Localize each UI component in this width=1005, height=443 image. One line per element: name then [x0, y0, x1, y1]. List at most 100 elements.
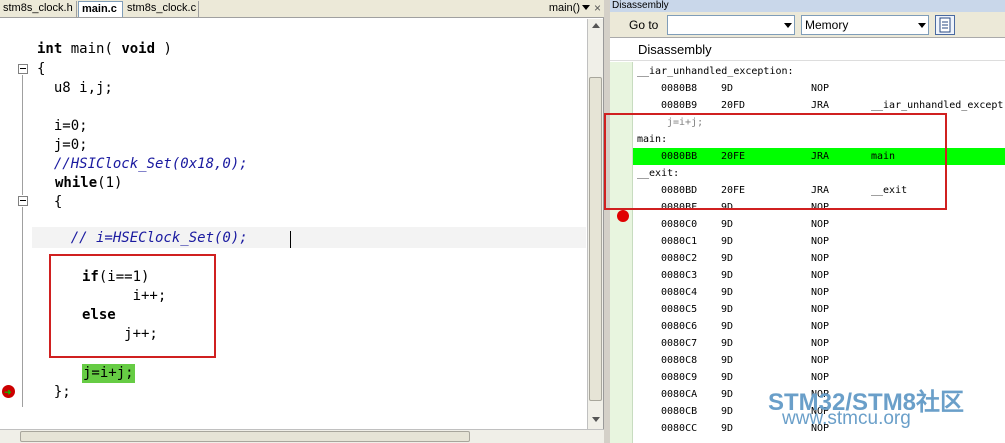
- disassembly-row[interactable]: 0080C1 9D NOP: [633, 233, 1005, 250]
- tab-main-c[interactable]: main.c: [78, 1, 123, 17]
- function-selector[interactable]: main(): [549, 1, 580, 16]
- scroll-down-icon[interactable]: [592, 417, 600, 422]
- instr-opcode: 9D: [721, 321, 734, 332]
- fold-guide-line: [22, 207, 23, 407]
- instr-opcode: 9D: [721, 389, 734, 400]
- instr-opcode: 9D: [721, 304, 734, 315]
- code-editor[interactable]: stm8s_clock.h main.c stm8s_clock.c main(…: [0, 0, 604, 443]
- disassembly-row[interactable]: 0080C0 9D NOP: [633, 216, 1005, 233]
- instr-address: 0080C4: [661, 287, 698, 298]
- chevron-down-icon: [784, 23, 792, 28]
- instr-mnemonic: NOP: [811, 355, 830, 366]
- instr-mnemonic: NOP: [811, 338, 830, 349]
- chevron-down-icon[interactable]: [582, 5, 590, 10]
- fold-minus-icon[interactable]: [18, 64, 28, 74]
- document-icon[interactable]: [935, 15, 955, 35]
- instr-opcode: 9D: [721, 83, 734, 94]
- instr-opcode: 20FD: [721, 100, 746, 111]
- goto-input[interactable]: [667, 15, 795, 35]
- disassembly-row[interactable]: 0080C5 9D NOP: [633, 301, 1005, 318]
- source-code-area[interactable]: int main( void ) { u8 i,j; i=0; j=0; //H…: [32, 19, 586, 429]
- code-line: {: [37, 194, 63, 210]
- instr-address: 0080C9: [661, 372, 698, 383]
- instr-address: 0080C1: [661, 236, 698, 247]
- disassembly-toolbar: Go to Memory: [610, 12, 1005, 38]
- close-icon[interactable]: ×: [594, 0, 601, 16]
- code-comment: //HSIClock_Set(0x18,0);: [37, 156, 248, 172]
- instr-mnemonic: NOP: [811, 253, 830, 264]
- code-line: j=0;: [37, 137, 88, 153]
- instr-address: 0080C6: [661, 321, 698, 332]
- disassembly-label[interactable]: __iar_unhandled_exception:: [633, 63, 1005, 80]
- instr-address: 0080C8: [661, 355, 698, 366]
- instr-address: 0080C2: [661, 253, 698, 264]
- instr-opcode: 9D: [721, 253, 734, 264]
- disassembly-row[interactable]: 0080C7 9D NOP: [633, 335, 1005, 352]
- instr-mnemonic: NOP: [811, 270, 830, 281]
- vertical-scrollbar[interactable]: [587, 19, 603, 429]
- fold-guide-line: [22, 75, 23, 195]
- instr-mnemonic: NOP: [811, 219, 830, 230]
- keyword: while: [55, 175, 98, 191]
- memory-select[interactable]: Memory: [801, 15, 929, 35]
- code-line: i=0;: [37, 118, 88, 134]
- code-text: ): [155, 41, 172, 57]
- code-text: main(: [62, 41, 122, 57]
- disassembly-row[interactable]: 0080C4 9D NOP: [633, 284, 1005, 301]
- disassembly-header: Disassembly: [610, 39, 1005, 61]
- breakpoint-icon[interactable]: [617, 210, 629, 222]
- disassembly-row[interactable]: 0080B8 9D NOP: [633, 80, 1005, 97]
- instr-opcode: 9D: [721, 338, 734, 349]
- instr-opcode: 9D: [721, 355, 734, 366]
- memory-dropdown-button[interactable]: [915, 15, 929, 35]
- annotation-box-if-else: [49, 254, 216, 358]
- tab-label: stm8s_clock.c: [127, 2, 197, 14]
- disassembly-row[interactable]: 0080C8 9D NOP: [633, 352, 1005, 369]
- disassembly-row[interactable]: 0080C2 9D NOP: [633, 250, 1005, 267]
- instr-mnemonic: NOP: [811, 236, 830, 247]
- instr-mnemonic: JRA: [811, 100, 830, 111]
- instr-mnemonic: NOP: [811, 321, 830, 332]
- fold-minus-icon[interactable]: [18, 196, 28, 206]
- annotation-box-main: [604, 113, 947, 210]
- tab-stm8s-clock-c[interactable]: stm8s_clock.c: [124, 1, 199, 17]
- disassembly-row[interactable]: 0080B9 20FD JRA __iar_unhandled_except: [633, 97, 1005, 114]
- disassembly-window-title: Disassembly: [610, 0, 1005, 12]
- disassembly-row[interactable]: 0080C3 9D NOP: [633, 267, 1005, 284]
- instr-address: 0080CC: [661, 423, 698, 434]
- disassembly-window[interactable]: Disassembly Go to Memory Disassembly __i…: [610, 0, 1005, 443]
- keyword: int: [37, 41, 63, 57]
- vertical-scroll-thumb[interactable]: [589, 77, 602, 401]
- disassembly-row[interactable]: 0080C6 9D NOP: [633, 318, 1005, 335]
- goto-label: Go to: [629, 18, 659, 32]
- instr-mnemonic: NOP: [811, 83, 830, 94]
- code-line: while(1): [55, 174, 122, 193]
- instr-mnemonic: NOP: [811, 287, 830, 298]
- goto-dropdown-button[interactable]: [781, 15, 795, 35]
- code-line: int main( void ): [37, 40, 172, 59]
- horizontal-scroll-thumb[interactable]: [20, 431, 470, 442]
- scroll-up-icon[interactable]: [592, 23, 600, 28]
- instr-address: 0080C0: [661, 219, 698, 230]
- code-text: (1): [97, 175, 123, 191]
- instr-opcode: 9D: [721, 423, 734, 434]
- instr-opcode: 9D: [721, 270, 734, 281]
- instr-opcode: 9D: [721, 372, 734, 383]
- editor-gutter[interactable]: ➜: [0, 19, 32, 429]
- code-line: };: [37, 384, 71, 400]
- editor-tab-bar: stm8s_clock.h main.c stm8s_clock.c main(…: [0, 0, 604, 18]
- instr-address: 0080B9: [661, 100, 698, 111]
- code-line: u8 i,j;: [37, 80, 113, 96]
- chevron-down-icon: [918, 23, 926, 28]
- instr-opcode: 9D: [721, 236, 734, 247]
- instr-address: 0080CA: [661, 389, 698, 400]
- code-comment: // i=HSEClock_Set(0);: [37, 230, 248, 246]
- instr-address: 0080C3: [661, 270, 698, 281]
- instr-address: 0080B8: [661, 83, 698, 94]
- instr-opcode: 9D: [721, 287, 734, 298]
- instr-opcode: 9D: [721, 219, 734, 230]
- arrow-right-icon: ➜: [4, 387, 12, 397]
- tab-stm8s-clock-h[interactable]: stm8s_clock.h: [0, 1, 77, 17]
- horizontal-scrollbar[interactable]: [0, 429, 604, 443]
- instr-operand: __iar_unhandled_except: [871, 100, 1004, 111]
